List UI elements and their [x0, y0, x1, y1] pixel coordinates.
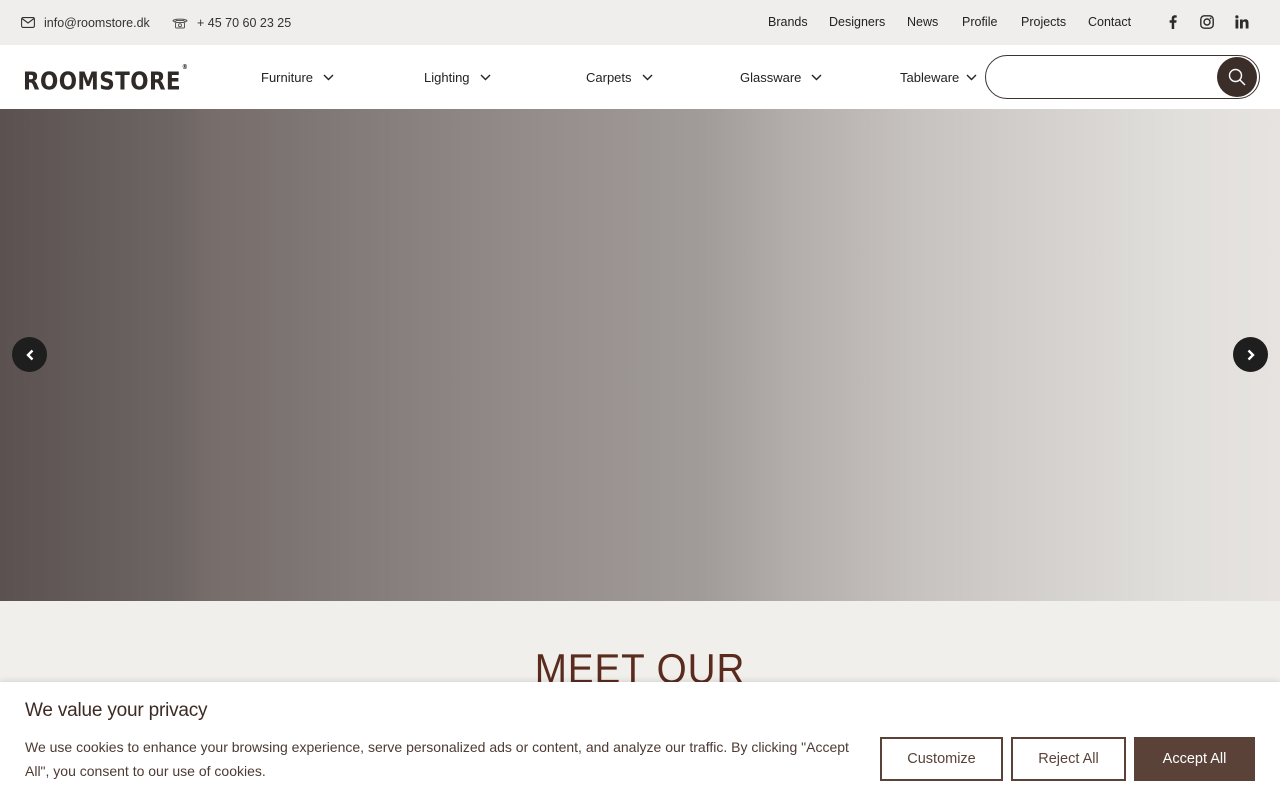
top-link-projects[interactable]: Projects	[1021, 15, 1066, 29]
facebook-icon[interactable]	[1165, 14, 1181, 30]
top-link-news[interactable]: News	[907, 15, 938, 29]
mail-icon	[21, 17, 35, 28]
nav-glassware[interactable]: Glassware	[740, 45, 822, 109]
nav-carpets-label: Carpets	[586, 69, 632, 85]
cookie-title: We value your privacy	[25, 700, 208, 721]
accept-all-button[interactable]: Accept All	[1134, 737, 1255, 781]
search-icon	[1228, 68, 1246, 86]
logo-text: ROOMSTORE	[23, 66, 182, 96]
nav-furniture[interactable]: Furniture	[261, 45, 334, 109]
top-link-profile[interactable]: Profile	[962, 15, 997, 29]
top-link-designers[interactable]: Designers	[829, 15, 885, 29]
chevron-right-icon	[1247, 349, 1255, 360]
phone-text: + 45 70 60 23 25	[197, 15, 292, 30]
top-link-brands[interactable]: Brands	[768, 15, 808, 29]
instagram-icon[interactable]	[1199, 14, 1215, 30]
chevron-down-icon	[480, 74, 491, 80]
nav-tableware[interactable]: Tableware	[900, 45, 977, 109]
search-box	[985, 55, 1260, 99]
phone-link[interactable]: + 45 70 60 23 25	[172, 0, 291, 45]
phone-icon	[172, 18, 188, 28]
linkedin-icon[interactable]	[1234, 14, 1250, 30]
email-text: info@roomstore.dk	[44, 15, 150, 30]
nav-glassware-label: Glassware	[740, 69, 802, 85]
registered-mark: ®	[181, 63, 189, 71]
reject-all-button[interactable]: Reject All	[1011, 737, 1126, 781]
email-link[interactable]: info@roomstore.dk	[21, 0, 150, 45]
top-bar: info@roomstore.dk + 45 70 60 23 25 Brand…	[0, 0, 1280, 45]
cookie-text: We use cookies to enhance your browsing …	[25, 739, 849, 779]
customize-button[interactable]: Customize	[880, 737, 1003, 781]
roomstore-logo[interactable]: ROOMSTORE®	[23, 63, 189, 96]
slider-prev-button[interactable]	[12, 337, 47, 372]
nav-lighting-label: Lighting	[424, 69, 470, 85]
top-link-contact[interactable]: Contact	[1088, 15, 1131, 29]
nav-furniture-label: Furniture	[261, 69, 314, 85]
search-button[interactable]	[1217, 57, 1257, 97]
chevron-down-icon	[323, 74, 334, 80]
main-header: ROOMSTORE® Furniture Lighting Carpets Gl…	[0, 45, 1280, 109]
hero-slider	[0, 109, 1280, 601]
nav-carpets[interactable]: Carpets	[586, 45, 653, 109]
cookie-banner: We value your privacy We use cookies to …	[0, 682, 1280, 800]
slider-next-button[interactable]	[1233, 337, 1268, 372]
search-input[interactable]	[1004, 68, 1214, 84]
chevron-left-icon	[25, 349, 33, 360]
chevron-down-icon	[642, 74, 653, 80]
chevron-down-icon	[811, 74, 822, 80]
nav-tableware-label: Tableware	[900, 69, 960, 85]
nav-lighting[interactable]: Lighting	[424, 45, 491, 109]
chevron-down-icon	[966, 74, 977, 80]
